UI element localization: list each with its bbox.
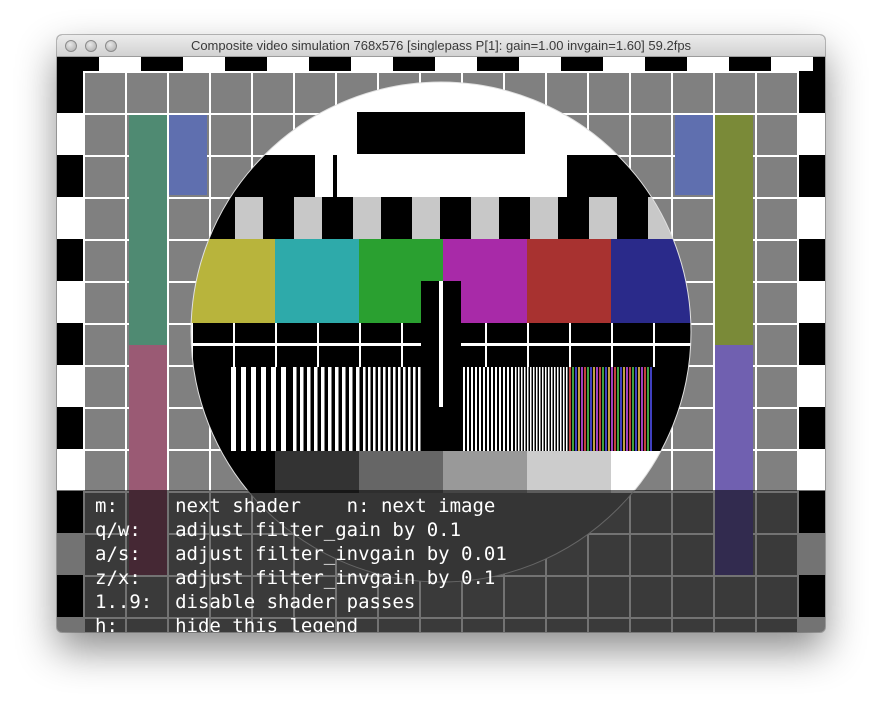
shader-legend-overlay: m: next shader n: next image q/w: adjust… [57, 490, 825, 632]
window-title: Composite video simulation 768x576 [sing… [190, 38, 692, 53]
app-window: Composite video simulation 768x576 [sing… [57, 35, 825, 632]
legend-line-1: m: next shader n: next image [95, 495, 496, 517]
video-output: m: next shader n: next image q/w: adjust… [57, 57, 825, 632]
legend-line-6: h: hide this legend [95, 615, 359, 632]
legend-line-3: a/s: adjust filter_invgain by 0.01 [95, 543, 507, 565]
gray-scale-steps [191, 451, 691, 493]
castellation-bars [191, 197, 691, 239]
title-bar[interactable]: Composite video simulation 768x576 [sing… [57, 35, 825, 57]
legend-line-2: q/w: adjust filter_gain by 0.1 [95, 519, 462, 541]
legend-line-4: z/x: adjust filter_invgain by 0.1 [95, 567, 496, 589]
legend-line-5: 1..9: disable shader passes [95, 591, 416, 613]
